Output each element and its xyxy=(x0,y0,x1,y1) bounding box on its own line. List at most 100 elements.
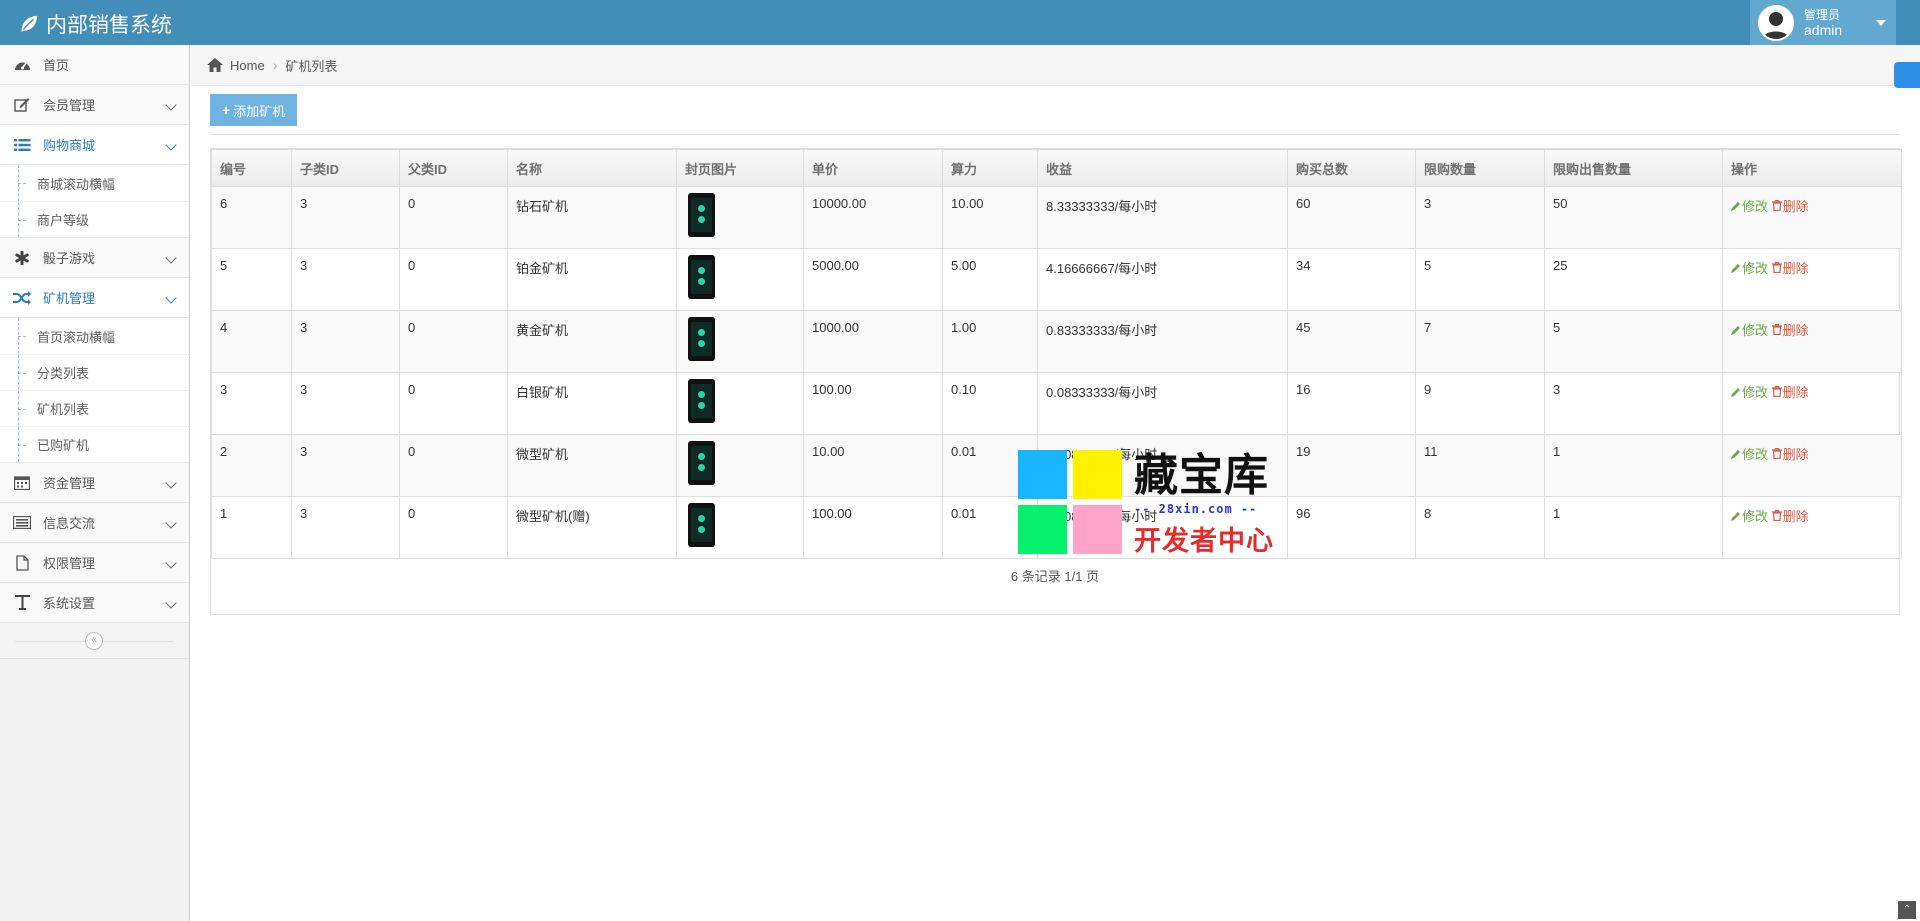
cover-image-cell xyxy=(676,496,804,559)
shuffle-icon xyxy=(12,290,32,306)
phone-thumbnail-image[interactable] xyxy=(688,255,715,299)
table-cell-limit-sell: 1 xyxy=(1544,496,1723,559)
breadcrumb-current: 矿机列表 xyxy=(285,58,338,74)
edit-button[interactable]: 修改 xyxy=(1731,385,1768,400)
sidebar-item-mall[interactable]: 购物商城 xyxy=(0,125,189,165)
edit-button[interactable]: 修改 xyxy=(1731,323,1768,338)
phone-thumbnail-image[interactable] xyxy=(688,193,715,237)
user-menu[interactable]: 管理员 admin xyxy=(1750,0,1896,45)
sidebar-item-members[interactable]: 会员管理 xyxy=(0,85,189,125)
column-header[interactable]: 编号 xyxy=(211,149,292,187)
delete-button[interactable]: 删除 xyxy=(1771,509,1809,524)
cover-image-cell xyxy=(676,186,804,249)
cover-image-cell xyxy=(676,434,804,497)
column-header[interactable]: 单价 xyxy=(803,149,943,187)
table-cell-sub: 3 xyxy=(291,496,400,559)
leaf-icon xyxy=(21,15,38,33)
table-row: 4 3 0 黄金矿机 1000.00 1.00 0.83333333/每小时 45 7 5 修改 删… xyxy=(211,310,1902,373)
watermark-title: 藏宝库 xyxy=(1134,450,1269,501)
column-header[interactable]: 限购数量 xyxy=(1415,149,1545,187)
phone-thumbnail-image[interactable] xyxy=(688,317,715,361)
sidebar-item-permissions[interactable]: 权限管理 xyxy=(0,543,189,583)
sidebar-item-messages[interactable]: 信息交流 xyxy=(0,503,189,543)
add-miner-button[interactable]: + 添加矿机 xyxy=(210,94,298,126)
table-cell-income: 8.33333333/每小时 xyxy=(1037,186,1288,249)
operations-cell: 修改 删除 xyxy=(1722,496,1902,559)
phone-thumbnail-image[interactable] xyxy=(688,441,715,485)
edit-button[interactable]: 修改 xyxy=(1731,199,1768,214)
edit-button[interactable]: 修改 xyxy=(1731,447,1768,462)
delete-button[interactable]: 删除 xyxy=(1771,447,1809,462)
submenu-mall: 商城滚动横幅 商户等级 xyxy=(0,165,189,238)
table-cell-power: 5.00 xyxy=(942,248,1038,311)
keyboard-icon xyxy=(12,515,32,531)
text-icon xyxy=(12,595,32,611)
brand[interactable]: 内部销售系统 xyxy=(18,9,172,39)
submenu-item-category-list[interactable]: 分类列表 xyxy=(0,354,189,390)
top-navbar: 内部销售系统 管理员 admin xyxy=(0,0,1920,45)
table-cell-total: 96 xyxy=(1287,496,1416,559)
delete-button[interactable]: 删除 xyxy=(1771,199,1809,214)
table-cell-parent: 0 xyxy=(399,434,508,497)
table-row: 5 3 0 铂金矿机 5000.00 5.00 4.16666667/每小时 34 5 25 修改 … xyxy=(211,248,1902,311)
chevron-down-icon xyxy=(165,597,177,609)
dashboard-icon xyxy=(12,57,32,73)
table-cell-income: 0.08333333/每小时 xyxy=(1037,372,1288,435)
column-header[interactable]: 名称 xyxy=(507,149,677,187)
table-cell-limit-sell: 3 xyxy=(1544,372,1723,435)
floating-share-icon[interactable] xyxy=(1894,62,1920,88)
trash-icon xyxy=(1771,324,1782,335)
phone-thumbnail-image[interactable] xyxy=(688,379,715,423)
sidebar-item-funds[interactable]: 资金管理 xyxy=(0,463,189,503)
submenu-item-purchased-miners[interactable]: 已购矿机 xyxy=(0,426,189,462)
column-header[interactable]: 算力 xyxy=(942,149,1038,187)
table-cell-id: 6 xyxy=(211,186,292,249)
phone-thumbnail-image[interactable] xyxy=(688,503,715,547)
edit-button[interactable]: 修改 xyxy=(1731,509,1768,524)
sidebar-item-dice-game[interactable]: 骰子游戏 xyxy=(0,238,189,278)
column-header[interactable]: 购买总数 xyxy=(1287,149,1416,187)
user-role: 管理员 xyxy=(1804,7,1841,22)
delete-button[interactable]: 删除 xyxy=(1771,323,1809,338)
column-header[interactable]: 父类ID xyxy=(399,149,508,187)
table-cell-name: 铂金矿机 xyxy=(507,248,677,311)
table-cell-sub: 3 xyxy=(291,248,400,311)
table-cell-limit: 11 xyxy=(1415,434,1545,497)
sidebar: 首页 会员管理 购物商城 商城滚动横幅 商户等级 骰子游戏 矿机管理 首页滚动横… xyxy=(0,45,190,921)
column-header[interactable]: 子类ID xyxy=(291,149,400,187)
edit-button[interactable]: 修改 xyxy=(1731,261,1768,276)
sidebar-item-home[interactable]: 首页 xyxy=(0,45,189,85)
plus-icon: + xyxy=(222,102,231,118)
sidebar-item-miner-management[interactable]: 矿机管理 xyxy=(0,278,189,318)
column-header[interactable]: 封页图片 xyxy=(676,149,804,187)
submenu-item-miner-list[interactable]: 矿机列表 xyxy=(0,390,189,426)
submenu-item-mall-banner[interactable]: 商城滚动横幅 xyxy=(0,165,189,201)
table-cell-price: 100.00 xyxy=(803,372,943,435)
table-cell-name: 微型矿机 xyxy=(507,434,677,497)
sidebar-collapse-bar: « xyxy=(0,623,189,659)
submenu-item-home-banner[interactable]: 首页滚动横幅 xyxy=(0,318,189,354)
column-header[interactable]: 操作 xyxy=(1722,149,1902,187)
sidebar-item-label: 首页 xyxy=(43,58,70,73)
submenu-item-merchant-level[interactable]: 商户等级 xyxy=(0,201,189,237)
sidebar-item-label: 资金管理 xyxy=(43,476,96,491)
operations-cell: 修改 删除 xyxy=(1722,248,1902,311)
delete-button[interactable]: 删除 xyxy=(1771,261,1809,276)
chevron-down-icon xyxy=(165,252,177,264)
trash-icon xyxy=(1771,262,1782,273)
double-left-icon[interactable]: « xyxy=(85,632,103,650)
breadcrumb-home[interactable]: Home xyxy=(230,58,265,73)
cover-image-cell xyxy=(676,248,804,311)
column-header[interactable]: 限购出售数量 xyxy=(1544,149,1723,187)
trash-icon xyxy=(1771,200,1782,211)
back-to-top-icon[interactable]: ⌃ xyxy=(1898,901,1916,919)
file-icon xyxy=(12,554,32,571)
table-cell-parent: 0 xyxy=(399,372,508,435)
column-header[interactable]: 收益 xyxy=(1037,149,1288,187)
table-cell-total: 19 xyxy=(1287,434,1416,497)
table-cell-total: 60 xyxy=(1287,186,1416,249)
delete-button[interactable]: 删除 xyxy=(1771,385,1809,400)
table-cell-id: 5 xyxy=(211,248,292,311)
sidebar-item-settings[interactable]: 系统设置 xyxy=(0,583,189,623)
table-cell-power: 0.10 xyxy=(942,372,1038,435)
